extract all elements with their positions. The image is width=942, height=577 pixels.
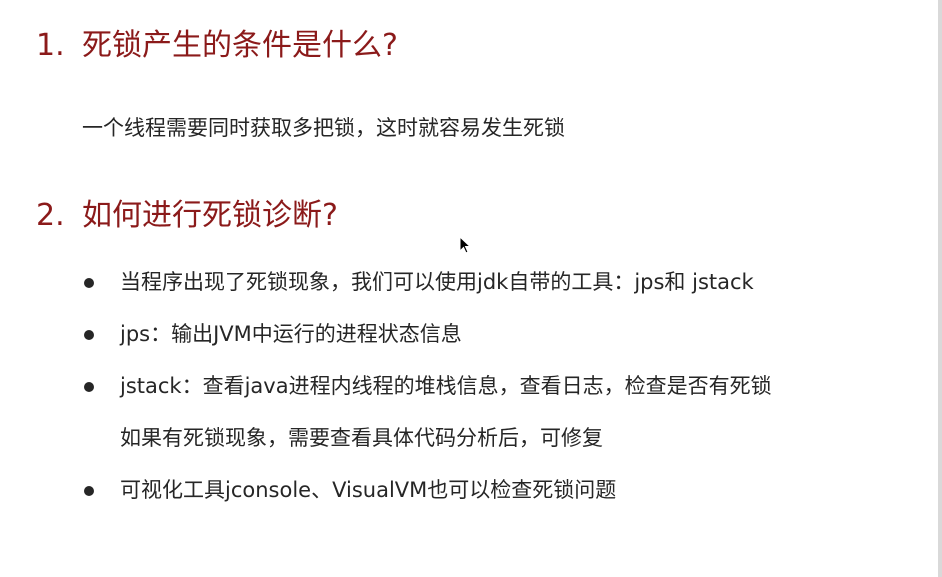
bullet-dot-icon [84,486,94,496]
mouse-pointer-icon [459,236,471,254]
section-2-heading: 2. 如何进行死锁诊断? [36,196,338,236]
bullet-item-jstack: jstack：查看java进程内线程的堆栈信息，查看日志，检查是否有死锁 如果有… [82,370,772,454]
bullet-item-visual-tools: 可视化工具jconsole、VisualVM也可以检查死锁问题 [82,474,772,506]
bullet-continuation-text: 如果有死锁现象，需要查看具体代码分析后，可修复 [120,426,603,450]
bullet-text: jstack：查看java进程内线程的堆栈信息，查看日志，检查是否有死锁 [120,374,772,398]
section-2-number: 2. [36,198,65,233]
section-1-title: 死锁产生的条件是什么? [82,28,398,63]
bullet-item-jps: jps：输出JVM中运行的进程状态信息 [82,318,772,350]
bullet-text: jps：输出JVM中运行的进程状态信息 [120,322,462,346]
bullet-text: 当程序出现了死锁现象，我们可以使用jdk自带的工具：jps和 jstack [120,270,754,294]
diagnosis-bullet-list: 当程序出现了死锁现象，我们可以使用jdk自带的工具：jps和 jstack jp… [82,266,772,506]
bullet-dot-icon [84,278,94,288]
slide: 1. 死锁产生的条件是什么? 一个线程需要同时获取多把锁，这时就容易发生死锁 2.… [0,0,942,577]
section-1-answer: 一个线程需要同时获取多把锁，这时就容易发生死锁 [82,116,565,140]
bullet-text: 可视化工具jconsole、VisualVM也可以检查死锁问题 [120,478,617,502]
section-1-heading: 1. 死锁产生的条件是什么? [36,26,398,66]
bullet-item-jdk-tools: 当程序出现了死锁现象，我们可以使用jdk自带的工具：jps和 jstack [82,266,772,298]
window-edge-divider [938,0,942,577]
bullet-dot-icon [84,330,94,340]
section-2-title: 如何进行死锁诊断? [82,198,338,233]
section-1-number: 1. [36,28,65,63]
bullet-dot-icon [84,382,94,392]
